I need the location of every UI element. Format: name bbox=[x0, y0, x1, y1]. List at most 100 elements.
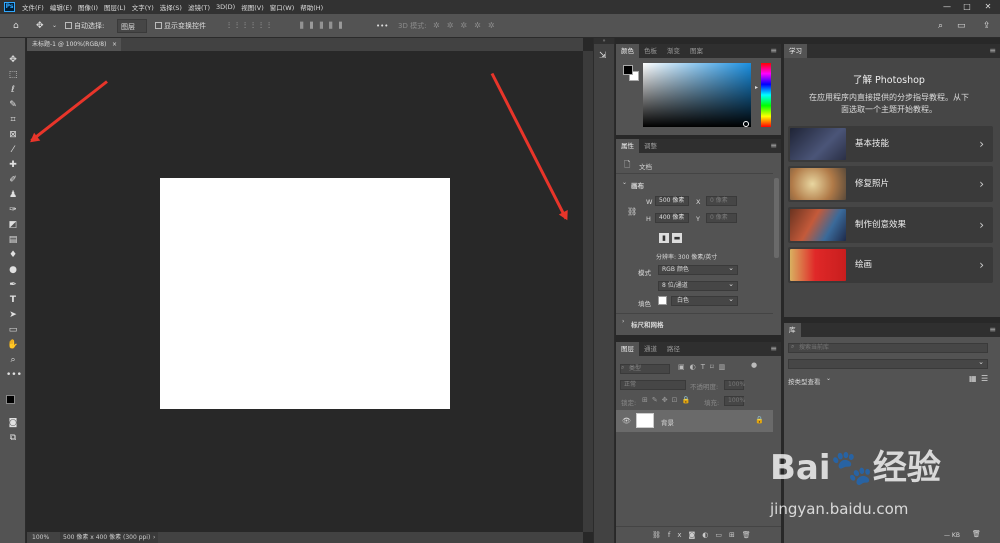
menu-layer[interactable]: 图层(L) bbox=[101, 2, 129, 12]
maximize-button[interactable]: □ bbox=[958, 0, 976, 14]
auto-select-dropdown[interactable]: 图层 bbox=[117, 19, 147, 33]
3d-mode-icons[interactable]: ✲✲✲✲✲ bbox=[433, 19, 502, 33]
type-tool-icon[interactable]: T bbox=[6, 294, 20, 307]
fill-color-swatch[interactable] bbox=[658, 296, 667, 305]
menu-3d[interactable]: 3D(D) bbox=[213, 3, 238, 11]
foreground-color-chip[interactable] bbox=[623, 65, 633, 75]
lock-icons[interactable]: ⊞✎✥⊡🔒 bbox=[642, 396, 694, 404]
tab-channels[interactable]: 通道 bbox=[639, 342, 662, 356]
layer-row[interactable]: 👁 背景 🔒 bbox=[616, 410, 773, 432]
height-field[interactable]: 400 像素 bbox=[655, 213, 689, 223]
menu-select[interactable]: 选择(S) bbox=[157, 2, 185, 12]
tab-swatches[interactable]: 色板 bbox=[639, 44, 662, 58]
layers-panel-menu-icon[interactable]: ≡ bbox=[770, 342, 777, 356]
auto-select-checkbox[interactable]: 自动选择: bbox=[65, 19, 104, 33]
landscape-orientation-icon[interactable]: ▬ bbox=[672, 233, 682, 243]
menu-window[interactable]: 窗口(W) bbox=[267, 2, 298, 12]
library-sort-label[interactable]: 按类型查看 bbox=[788, 376, 821, 386]
layer-filter-icons[interactable]: ▣◐T⌑▥ bbox=[678, 363, 730, 371]
library-panel-menu-icon[interactable]: ≡ bbox=[989, 323, 996, 337]
layer-name[interactable]: 背景 bbox=[661, 417, 674, 427]
hand-tool-icon[interactable]: ✋ bbox=[6, 339, 20, 352]
pen-tool-icon[interactable]: ✒ bbox=[6, 279, 20, 292]
history-icon[interactable]: ⇲ bbox=[599, 51, 607, 61]
zoom-tool-icon[interactable]: ⌕ bbox=[6, 354, 20, 367]
zoom-level[interactable]: 100% bbox=[32, 532, 49, 543]
blend-mode-dropdown[interactable]: 正常 bbox=[620, 380, 686, 390]
learn-panel-menu-icon[interactable]: ≡ bbox=[989, 44, 996, 58]
document-canvas[interactable] bbox=[160, 178, 450, 409]
canvas-section-chevron-icon[interactable]: ⌄ bbox=[622, 179, 627, 186]
hue-slider[interactable] bbox=[761, 63, 771, 127]
bit-depth-dropdown[interactable]: 8 位/通道 bbox=[658, 280, 738, 291]
tab-learn[interactable]: 学习 bbox=[784, 44, 807, 58]
info-menu-icon[interactable]: › bbox=[153, 532, 155, 543]
screen-mode-icon[interactable]: ⧉ bbox=[6, 432, 20, 445]
healing-brush-tool-icon[interactable]: ✚ bbox=[6, 159, 20, 172]
tool-preset-dropdown[interactable]: ⌄ bbox=[52, 19, 57, 33]
clone-stamp-tool-icon[interactable]: ♟ bbox=[6, 189, 20, 202]
tab-properties[interactable]: 属性 bbox=[616, 139, 639, 153]
portrait-orientation-icon[interactable]: ▮ bbox=[659, 233, 669, 243]
fill-dropdown[interactable]: 白色 bbox=[671, 295, 738, 306]
color-panel-menu-icon[interactable]: ≡ bbox=[770, 44, 777, 58]
crop-tool-icon[interactable]: ⌗ bbox=[6, 114, 20, 127]
library-search-input[interactable]: 搜索当前库 bbox=[788, 343, 988, 353]
move-tool-icon[interactable]: ✥ bbox=[36, 19, 44, 33]
foreground-color-swatch[interactable] bbox=[6, 395, 15, 404]
home-icon[interactable]: ⌂ bbox=[13, 19, 19, 33]
menu-image[interactable]: 图像(I) bbox=[75, 2, 101, 12]
fill-opacity-field[interactable]: 100% bbox=[724, 396, 745, 406]
library-select-dropdown[interactable] bbox=[788, 358, 988, 369]
link-dimensions-icon[interactable]: ⛓ bbox=[627, 207, 637, 216]
quick-mask-icon[interactable]: ◙ bbox=[6, 417, 20, 430]
tab-patterns[interactable]: 图案 bbox=[685, 44, 708, 58]
dodge-tool-icon[interactable]: ● bbox=[6, 264, 20, 277]
mode-dropdown[interactable]: RGB 颜色 bbox=[658, 264, 738, 275]
learn-item-basic-skills[interactable]: 基本技能 › bbox=[788, 126, 993, 162]
path-select-tool-icon[interactable]: ➤ bbox=[6, 309, 20, 322]
tab-gradients[interactable]: 渐变 bbox=[662, 44, 685, 58]
properties-scrollbar[interactable] bbox=[774, 178, 779, 258]
frame-tool-icon[interactable]: ⊠ bbox=[6, 129, 20, 142]
color-field[interactable] bbox=[643, 63, 751, 127]
learn-item-fix-photo[interactable]: 修复照片 › bbox=[788, 166, 993, 202]
properties-panel-menu-icon[interactable]: ≡ bbox=[770, 139, 777, 153]
tab-color[interactable]: 颜色 bbox=[616, 44, 639, 58]
menu-view[interactable]: 视图(V) bbox=[238, 2, 267, 12]
close-window-button[interactable]: ✕ bbox=[979, 0, 997, 14]
eyedropper-tool-icon[interactable]: ⁄ bbox=[6, 144, 20, 157]
search-icon[interactable]: ⌕ bbox=[938, 19, 943, 33]
layer-actions-icons[interactable]: ⛓fx◙◐▭⊞🗑 bbox=[652, 531, 758, 539]
menu-help[interactable]: 帮助(H) bbox=[297, 2, 326, 12]
tab-layers[interactable]: 图层 bbox=[616, 342, 639, 356]
more-options-button[interactable]: ••• bbox=[376, 19, 388, 33]
rectangle-tool-icon[interactable]: ▭ bbox=[6, 324, 20, 337]
edit-toolbar-icon[interactable]: ••• bbox=[6, 369, 22, 382]
grid-view-icon[interactable]: ▦ bbox=[969, 374, 977, 383]
workspace-icon[interactable]: ▭ bbox=[957, 19, 966, 33]
close-tab-icon[interactable]: × bbox=[112, 38, 117, 51]
filter-toggle-icon[interactable]: ● bbox=[751, 361, 757, 369]
color-picker-cursor[interactable] bbox=[743, 121, 749, 127]
dock-collapse-icon[interactable]: » bbox=[594, 38, 614, 44]
opacity-field[interactable]: 100% bbox=[724, 380, 745, 390]
library-delete-icon[interactable]: 🗑 bbox=[972, 530, 981, 538]
menu-type[interactable]: 文字(Y) bbox=[129, 2, 157, 12]
menu-filter[interactable]: 滤镜(T) bbox=[185, 2, 213, 12]
minimize-button[interactable]: — bbox=[938, 0, 956, 14]
move-tool-icon[interactable]: ✥ bbox=[6, 54, 20, 67]
vertical-scrollbar[interactable] bbox=[583, 51, 593, 532]
x-field[interactable]: 0 像素 bbox=[706, 196, 737, 206]
rulers-section-title[interactable]: 标尺和网格 bbox=[631, 319, 664, 329]
sort-chevron-icon[interactable]: ⌄ bbox=[826, 375, 831, 382]
quick-select-tool-icon[interactable]: ✎ bbox=[6, 99, 20, 112]
tab-paths[interactable]: 路径 bbox=[662, 342, 685, 356]
learn-item-painting[interactable]: 绘画 › bbox=[788, 247, 993, 283]
menu-edit[interactable]: 编辑(E) bbox=[47, 2, 75, 12]
document-tab[interactable]: 未标题-1 @ 100%(RGB/8) × bbox=[27, 38, 121, 51]
tab-libraries[interactable]: 库 bbox=[784, 323, 801, 337]
canvas-section-title[interactable]: 画布 bbox=[631, 180, 644, 190]
y-field[interactable]: 0 像素 bbox=[706, 213, 737, 223]
share-icon[interactable]: ⇪ bbox=[983, 19, 991, 33]
